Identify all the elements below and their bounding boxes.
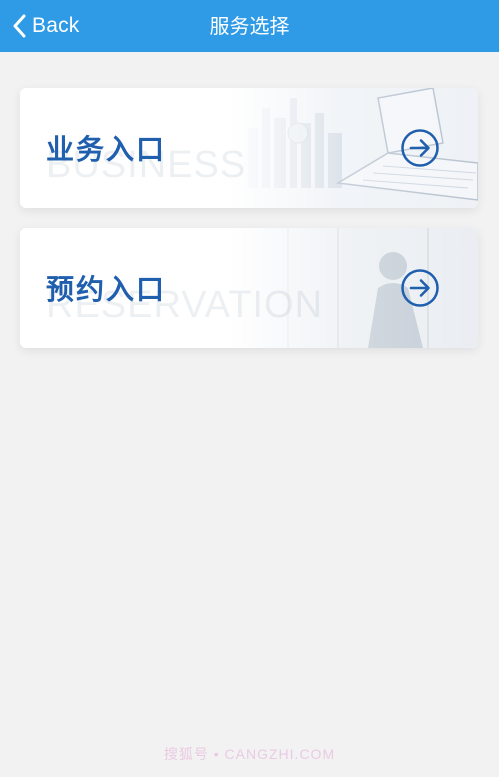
- card-title: 预约入口: [46, 273, 167, 306]
- card-title: 业务入口: [46, 133, 167, 166]
- business-entry-card[interactable]: BUSINESS 业务入口: [20, 88, 478, 208]
- footer-watermark: 搜狐号 • CANGZHI.COM: [163, 746, 336, 762]
- reservation-entry-card[interactable]: RESERVATION 预约入口: [20, 228, 478, 348]
- back-button[interactable]: Back: [12, 0, 80, 52]
- arrow-right-circle-icon[interactable]: [400, 268, 440, 308]
- navigation-bar: Back 服务选择: [0, 0, 499, 52]
- city-laptop-background-image: [228, 88, 478, 208]
- chevron-left-icon: [13, 14, 26, 38]
- back-label: Back: [32, 14, 80, 37]
- arrow-right-circle-icon[interactable]: [400, 128, 440, 168]
